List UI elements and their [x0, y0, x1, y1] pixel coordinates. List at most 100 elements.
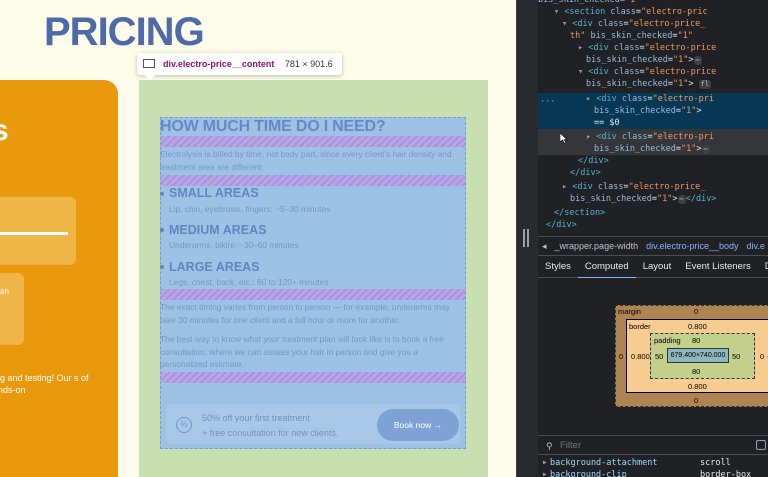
expand-arrow-icon[interactable]: ▸ — [562, 182, 567, 192]
promo-line-1: 50% off your first treatment — [202, 413, 310, 423]
dom-line[interactable]: ▸ <div class="electro-price_ — [562, 181, 768, 193]
area-small-title: SMALL AREAS — [169, 186, 259, 200]
border-label: border — [629, 322, 651, 331]
expand-arrow-icon[interactable]: ▸ — [578, 43, 583, 53]
area-small-desc: Lip, chin, eyebrows, fingers: ~5–30 minu… — [169, 204, 331, 214]
breadcrumb-wrapper[interactable]: _wrapper.page-width — [551, 241, 643, 251]
margin-label: margin — [618, 307, 641, 316]
tab-layout[interactable]: Layout — [636, 256, 679, 278]
tooltip-element-name: div.electro-price__content — [163, 59, 275, 69]
padding-top-value[interactable]: 80 — [692, 336, 700, 345]
padding-stripe — [161, 289, 465, 300]
breadcrumb-body[interactable]: div.electro-price__body — [642, 241, 742, 251]
more-options-icon[interactable]: ··· — [540, 96, 555, 108]
computed-property-row[interactable]: ▶ background-attachment scroll — [538, 457, 768, 469]
breadcrumb-current[interactable]: div.e — [742, 241, 768, 251]
dom-line[interactable]: ▸ <div class="electro-pri — [586, 93, 768, 105]
border-left-value[interactable]: 0.800 — [631, 352, 650, 361]
filter-input[interactable] — [560, 438, 710, 453]
padding-right-value[interactable]: 50 — [732, 352, 740, 361]
property-value: border-box — [700, 470, 752, 477]
tab-computed[interactable]: Computed — [577, 257, 636, 279]
orange-card-chip[interactable] — [0, 273, 24, 345]
dom-line[interactable]: bis_skin_checked="1"> ⋯ — [586, 54, 768, 66]
bullet-icon — [160, 192, 164, 196]
dom-line[interactable]: bis_skin_checked="1"> ⋯ — [594, 143, 768, 155]
tab-event-listeners[interactable]: Event Listeners — [678, 256, 757, 278]
dom-line[interactable]: </div> — [570, 167, 768, 179]
tab-more[interactable]: D — [758, 256, 768, 278]
inspect-tooltip: div.electro-price__content 781 × 901.6 — [137, 53, 342, 80]
orange-card-text: ning and testing! Our s of hands-on — [0, 373, 89, 395]
dom-line[interactable]: </section> — [554, 207, 768, 219]
panel-splitter[interactable] — [516, 0, 538, 477]
content-para-timing: The exact timing varies from person to p… — [160, 302, 450, 325]
border-bottom-value[interactable]: 0.800 — [688, 382, 707, 391]
bullet-icon — [160, 228, 164, 232]
dom-line[interactable]: th" bis_skin_checked="1" — [570, 30, 768, 42]
devtools-panel: ··· bis_skin_checked="1" ▾ <section class… — [538, 0, 768, 477]
area-large-desc: Legs, chest, back, etc.: 60 to 120+ minu… — [169, 277, 329, 287]
padding-bottom-value[interactable]: 80 — [692, 367, 700, 376]
computed-filter-bar: ⚲ — [538, 435, 768, 455]
expand-arrow-icon[interactable]: ▾ — [562, 19, 567, 29]
orange-card-option[interactable] — [0, 197, 76, 265]
book-now-button[interactable]: Book now → — [377, 409, 459, 441]
tab-styles[interactable]: Styles — [538, 256, 578, 278]
orange-card-chip-label: an — [0, 287, 9, 296]
screen: PRICING s an ning and testing! Our s of … — [0, 0, 768, 477]
box-model-content[interactable]: 679.400×740.000 — [667, 348, 729, 363]
tooltip-element-size: 781 × 901.6 — [284, 59, 333, 69]
area-large-title: LARGE AREAS — [169, 260, 260, 274]
dom-line[interactable]: ▸ <div class="electro-pri — [586, 131, 768, 143]
dom-line[interactable]: == $0 — [594, 117, 768, 129]
padding-label: padding — [654, 336, 681, 345]
grid-layout-icon — [143, 59, 155, 68]
expand-arrow-icon[interactable]: ▶ — [543, 469, 547, 477]
padding-left-value[interactable]: 50 — [655, 352, 663, 361]
content-heading: HOW MUCH TIME DO I NEED? — [160, 118, 386, 135]
breadcrumb-scroll-left-icon[interactable]: ◂ — [538, 241, 551, 251]
box-model-diagram: 679.400×740.000 margin 0 0 0 0 border 0.… — [538, 278, 768, 435]
orange-card-slider-line — [0, 232, 68, 235]
content-intro: Electrolysis is billed by time, not body… — [160, 149, 452, 172]
margin-right-value[interactable]: 0 — [760, 352, 764, 361]
padding-stripe — [161, 372, 465, 383]
content-para-consult: The best way to know what your treatment… — [160, 334, 444, 369]
orange-pricing-card: s an ning and testing! Our s of hands-on — [0, 80, 118, 477]
dom-line[interactable]: bis_skin_checked="1"> fl — [586, 78, 768, 90]
mouse-cursor-icon — [560, 133, 568, 144]
computed-property-row[interactable]: ▶ background-clip border-box — [538, 469, 768, 477]
sidebar-tabs: StylesComputedLayoutEvent ListenersD — [538, 256, 768, 279]
filter-icon: ⚲ — [546, 441, 553, 451]
property-name: background-attachment — [550, 458, 658, 468]
show-all-checkbox[interactable] — [756, 440, 766, 450]
bullet-icon — [160, 265, 164, 269]
dom-line[interactable]: ▾ <section class="electro-pric — [554, 6, 768, 18]
dom-line[interactable]: bis_skin_checked="1"> ⋯ </div> — [570, 193, 768, 205]
expand-arrow-icon[interactable]: ▶ — [543, 457, 547, 469]
padding-stripe — [161, 175, 465, 186]
margin-bottom-value[interactable]: 0 — [694, 396, 698, 405]
expand-arrow-icon[interactable]: ▸ — [586, 132, 591, 142]
dom-line[interactable]: ▾ <div class="electro-price_ — [562, 18, 768, 30]
expand-arrow-icon[interactable]: ▸ — [586, 94, 591, 104]
drag-handle-icon[interactable] — [523, 229, 525, 247]
dom-line[interactable]: </div> — [578, 155, 768, 167]
margin-top-value[interactable]: 0 — [694, 307, 698, 316]
dom-line[interactable]: ▾ <div class="electro-price — [578, 66, 768, 78]
dom-line[interactable]: ▸ <div class="electro-price — [578, 42, 768, 54]
property-value: scroll — [700, 458, 731, 468]
elements-dom-tree: ··· bis_skin_checked="1" ▾ <section class… — [538, 0, 768, 235]
padding-stripe — [161, 136, 465, 147]
promo-line-2: + free consultation for new clients. — [202, 428, 339, 438]
expand-arrow-icon[interactable]: ▾ — [554, 7, 559, 17]
expand-arrow-icon[interactable]: ▾ — [578, 67, 583, 77]
margin-left-value[interactable]: 0 — [619, 352, 623, 361]
dom-line[interactable]: bis_skin_checked="1"> — [594, 105, 768, 117]
percent-badge-icon: % — [176, 417, 192, 433]
property-name: background-clip — [550, 470, 627, 477]
dom-line[interactable]: </div> — [546, 219, 768, 231]
border-top-value[interactable]: 0.800 — [688, 322, 707, 331]
area-medium-desc: Underarms, bikini: ~30–60 minutes — [169, 240, 299, 250]
